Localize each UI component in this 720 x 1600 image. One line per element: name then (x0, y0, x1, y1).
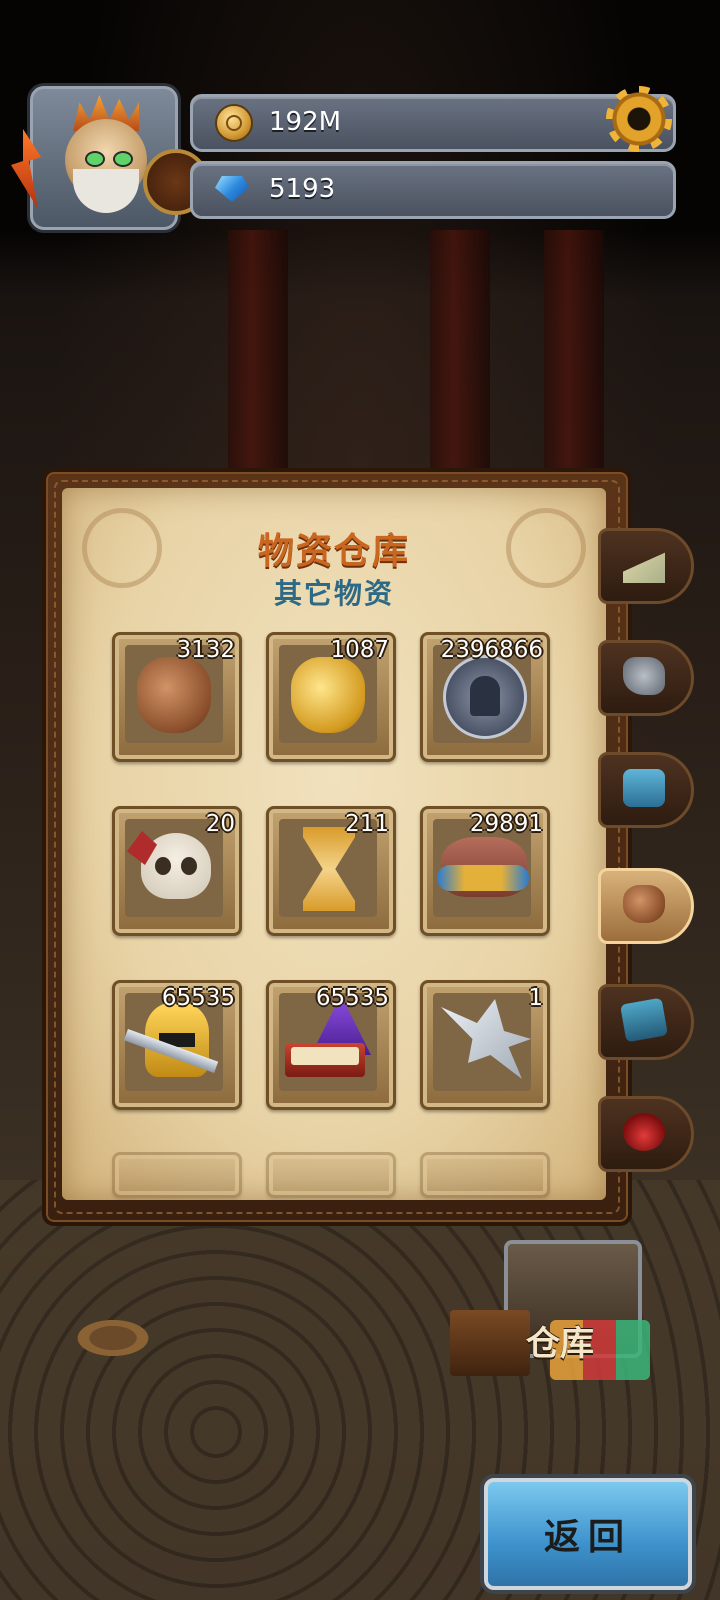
bronze-vase-icon (137, 657, 211, 733)
item-slot[interactable]: 3132 (112, 632, 242, 762)
item-slot[interactable]: 20 (112, 806, 242, 936)
player-avatar[interactable] (11, 86, 209, 230)
cheese-icon (623, 552, 665, 583)
gold-coin-icon (215, 104, 253, 142)
tab-cheese[interactable] (598, 528, 694, 604)
warehouse-building[interactable]: 仓库 (450, 1240, 650, 1390)
gem-amount: 5193 (269, 174, 336, 204)
item-count: 65535 (161, 985, 235, 1011)
book-icon (285, 1043, 365, 1077)
vase-icon (623, 885, 665, 923)
item-count: 1 (528, 985, 543, 1011)
blue-gem-icon (215, 176, 249, 202)
red-potion-icon (623, 1113, 665, 1151)
gem-bar: 5193 (190, 161, 676, 219)
panel-title: 物资仓库 (257, 531, 410, 572)
item-count: 2396866 (440, 637, 543, 663)
gold-vase-icon (291, 657, 365, 733)
ore-icon (623, 657, 665, 695)
item-count: 3132 (176, 637, 235, 663)
gold-bar: 192M (190, 94, 676, 152)
eye-icon (85, 151, 105, 167)
item-slot-partial[interactable] (112, 1152, 242, 1198)
item-count: 20 (205, 811, 235, 837)
warehouse-panel: 物资仓库 其它物资 3132 1087 2396866 20 211 29891 (62, 488, 606, 1200)
box-icon (450, 1310, 530, 1376)
goggles-icon (437, 865, 529, 891)
silver-helmet-medal-icon (443, 655, 527, 739)
panel-subtitle: 其它物资 (273, 577, 394, 610)
tab-other-materials[interactable] (598, 868, 694, 944)
tab-potion[interactable] (598, 1096, 694, 1172)
settings-gear-icon[interactable] (606, 86, 672, 152)
item-slot[interactable]: 1 (420, 980, 550, 1110)
item-count: 29891 (469, 811, 543, 837)
item-slot[interactable]: 65535 (266, 980, 396, 1110)
item-slot[interactable]: 65535 (112, 980, 242, 1110)
rope-decor (58, 1310, 168, 1366)
item-slot[interactable]: 1087 (266, 632, 396, 762)
item-count: 211 (345, 811, 389, 837)
back-button[interactable]: 返回 (484, 1478, 692, 1590)
item-slot[interactable]: 211 (266, 806, 396, 936)
tab-ore[interactable] (598, 640, 694, 716)
warehouse-label: 仓库 (526, 1324, 594, 1364)
item-slot[interactable]: 29891 (420, 806, 550, 936)
tab-scroll[interactable] (598, 984, 694, 1060)
eye-icon (113, 151, 133, 167)
blue-scroll-icon (620, 997, 668, 1043)
tab-puzzle[interactable] (598, 752, 694, 828)
back-button-label: 返回 (543, 1517, 632, 1558)
item-count: 1087 (330, 637, 389, 663)
item-slot[interactable]: 2396866 (420, 632, 550, 762)
item-slot-partial[interactable] (420, 1152, 550, 1198)
gold-amount: 192M (269, 107, 342, 137)
puzzle-piece-icon (623, 769, 665, 807)
item-slot-partial[interactable] (266, 1152, 396, 1198)
beard-icon (73, 169, 139, 213)
item-count: 65535 (315, 985, 389, 1011)
